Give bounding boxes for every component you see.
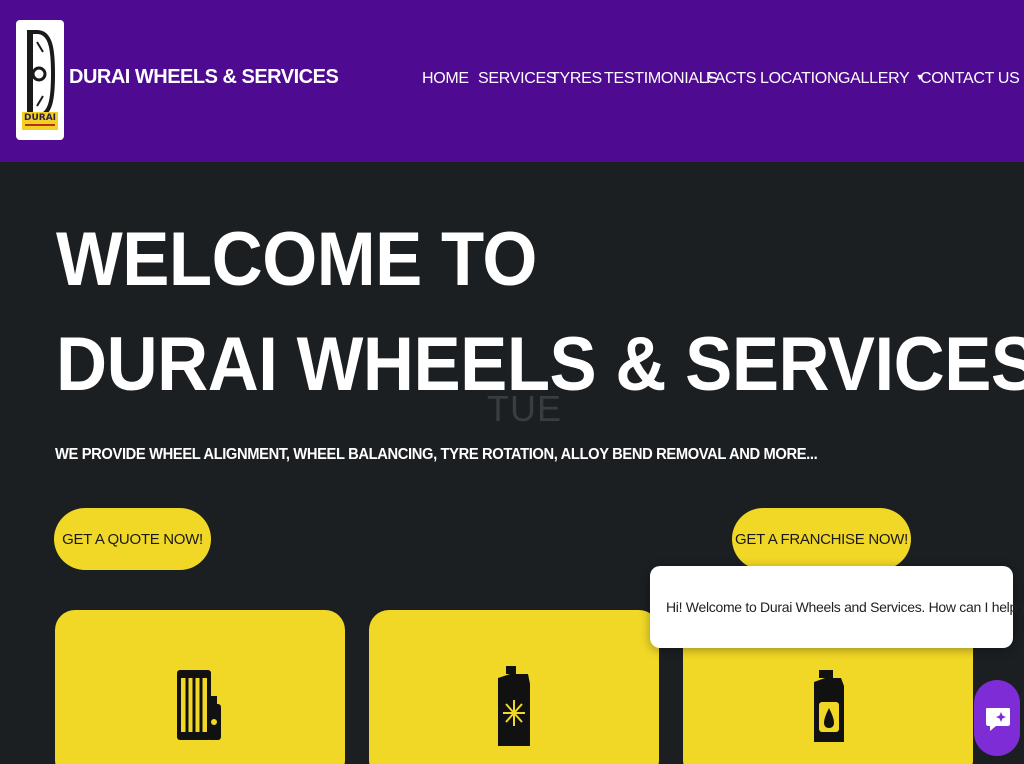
get-quote-button[interactable]: GET A QUOTE NOW!: [54, 508, 211, 570]
chat-icon: [986, 708, 1010, 731]
nav-gallery-label: GALLERY: [838, 70, 910, 87]
nav-testimonials[interactable]: TESTIMONIALS: [604, 70, 718, 88]
service-card[interactable]: [55, 610, 345, 764]
logo-plate: DURAI: [22, 112, 58, 130]
engine-oil-icon: [814, 670, 844, 742]
logo-text: DURAI: [23, 113, 57, 123]
logo[interactable]: DURAI: [16, 20, 64, 140]
logo-underline: [25, 124, 55, 126]
service-card[interactable]: [369, 610, 659, 764]
get-franchise-button[interactable]: GET A FRANCHISE NOW!: [732, 508, 911, 570]
nav-contact-us[interactable]: CONTACT US: [920, 70, 1020, 88]
logo-wrench-icon: [27, 30, 55, 118]
chat-welcome-message: Hi! Welcome to Durai Wheels and Services…: [666, 599, 1024, 615]
chat-launcher-button[interactable]: [974, 680, 1020, 756]
coolant-icon: [498, 666, 530, 746]
chat-welcome-bubble[interactable]: Hi! Welcome to Durai Wheels and Services…: [650, 566, 1024, 648]
oil-filter-icon: [177, 670, 221, 740]
nav-gallery[interactable]: GALLERY ▼: [838, 70, 924, 88]
site-header: DURAI DURAI WHEELS & SERVICES HOME SERVI…: [0, 0, 1024, 162]
nav-home[interactable]: HOME: [422, 70, 469, 88]
nav-tyres[interactable]: TYRES: [550, 70, 602, 88]
hero-tagline: WE PROVIDE WHEEL ALIGNMENT, WHEEL BALANC…: [55, 446, 818, 463]
hero-title-line2: DURAI WHEELS & SERVICES: [56, 322, 1024, 407]
nav-facts[interactable]: FACTS: [706, 70, 756, 88]
hero-title-line1: WELCOME TO: [56, 217, 537, 302]
brand-name[interactable]: DURAI WHEELS & SERVICES: [69, 66, 339, 89]
nav-services[interactable]: SERVICES: [478, 70, 557, 88]
nav-location[interactable]: LOCATION: [760, 70, 839, 88]
